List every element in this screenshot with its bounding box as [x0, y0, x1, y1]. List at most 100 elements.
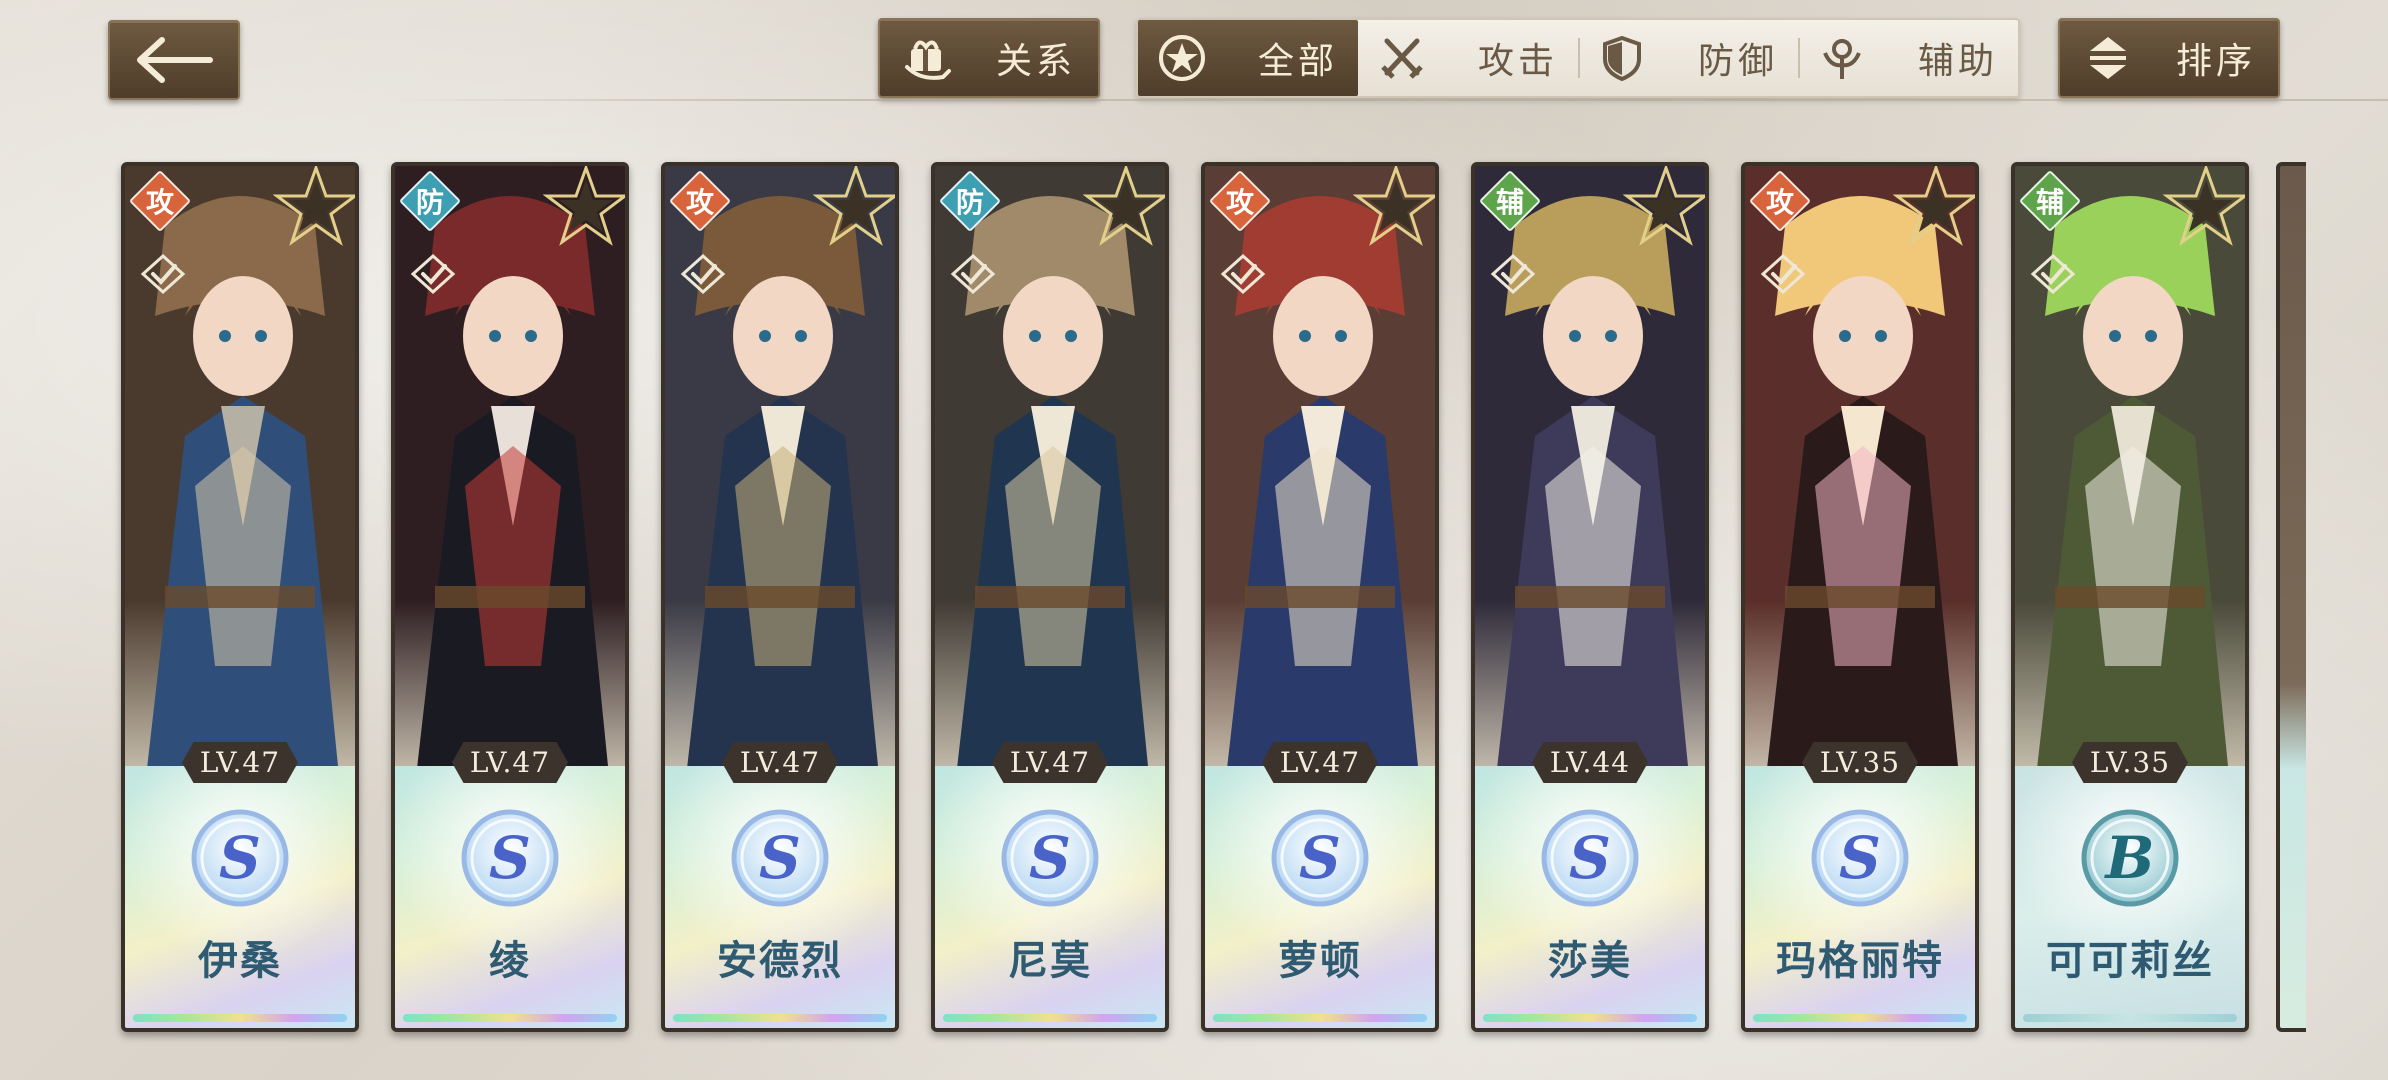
- character-card[interactable]: 辅 LV.44 S 莎美: [1471, 162, 1709, 1032]
- character-name: 可可莉丝: [2046, 938, 2214, 984]
- role-label: 防: [415, 186, 444, 219]
- role-tag-defense: 防: [938, 169, 1002, 233]
- level-label: LV.47: [721, 742, 839, 783]
- sort-button[interactable]: 排序: [2058, 18, 2280, 98]
- rank-s-icon: S: [1808, 806, 1912, 910]
- card-rarity-bar: [673, 1014, 887, 1022]
- shield-icon: [1596, 32, 1648, 84]
- rank-letter: S: [759, 824, 801, 892]
- check-badge-icon: [1220, 253, 1266, 295]
- role-label: 辅: [1495, 186, 1524, 219]
- character-card[interactable]: 攻 LV.47: [121, 162, 359, 1032]
- filter-label-all: 全部: [1257, 41, 1338, 82]
- star-icon: [813, 166, 895, 246]
- character-name: 伊桑: [198, 938, 282, 984]
- role-tag-support: 辅: [1478, 169, 1542, 233]
- character-card[interactable]: 防 LV.47: [931, 162, 1169, 1032]
- rank-letter: S: [1029, 824, 1071, 892]
- role-label: 辅: [2035, 186, 2064, 219]
- rank-s-icon: S: [1268, 806, 1372, 910]
- role-label: 攻: [685, 186, 714, 219]
- partial-character-card[interactable]: [2276, 162, 2306, 1032]
- crossed-swords-icon: [1376, 32, 1428, 84]
- role-tag-defense: 防: [398, 169, 462, 233]
- rank-b-icon: B: [2078, 806, 2182, 910]
- rank-s-icon: S: [728, 806, 832, 910]
- card-rarity-bar: [1483, 1014, 1697, 1022]
- star-icon: [2163, 166, 2245, 246]
- character-card[interactable]: 辅 LV.35 B 可可莉丝: [2011, 162, 2249, 1032]
- star-icon: [1893, 166, 1975, 246]
- level-label: LV.47: [451, 742, 569, 783]
- sort-updown-icon: [2082, 32, 2134, 84]
- header-divider: [390, 99, 2388, 101]
- check-badge-icon: [1490, 253, 1536, 295]
- filter-tab-all[interactable]: 全部: [1138, 20, 1358, 96]
- back-button[interactable]: [108, 20, 240, 100]
- rank-s-icon: S: [188, 806, 292, 910]
- filter-tab-support[interactable]: 辅助: [1798, 20, 2018, 96]
- card-rarity-bar: [2023, 1014, 2237, 1022]
- rank-letter: S: [1839, 824, 1881, 892]
- card-rarity-bar: [1213, 1014, 1427, 1022]
- role-filter-group: 全部 攻击 防御 辅助: [1136, 18, 2020, 98]
- check-badge-icon: [1760, 253, 1806, 295]
- card-rarity-bar: [1753, 1014, 1967, 1022]
- level-label: LV.35: [1801, 742, 1919, 783]
- check-badge-icon: [680, 253, 726, 295]
- check-badge-icon: [140, 253, 186, 295]
- character-name: 安德烈: [717, 938, 843, 984]
- role-tag-attack: 攻: [668, 169, 732, 233]
- character-name: 尼莫: [1008, 938, 1092, 984]
- character-name: 玛格丽特: [1776, 938, 1944, 984]
- filter-tab-defense[interactable]: 防御: [1578, 20, 1798, 96]
- star-icon: [1623, 166, 1705, 246]
- filter-label-support: 辅助: [1917, 41, 1998, 82]
- rank-s-icon: S: [458, 806, 562, 910]
- rank-letter: S: [1299, 824, 1341, 892]
- role-label: 攻: [145, 186, 174, 219]
- level-label: LV.47: [181, 742, 299, 783]
- gift-hand-icon: [902, 32, 954, 84]
- card-rarity-bar: [133, 1014, 347, 1022]
- character-name: 绫: [489, 938, 531, 984]
- role-label: 攻: [1225, 186, 1254, 219]
- rank-letter: S: [1569, 824, 1611, 892]
- star-circle-icon: [1156, 32, 1208, 84]
- card-rarity-bar: [403, 1014, 617, 1022]
- character-card[interactable]: 攻 LV.47: [661, 162, 899, 1032]
- check-badge-icon: [950, 253, 996, 295]
- filter-tab-attack[interactable]: 攻击: [1358, 20, 1578, 96]
- rank-letter: B: [2103, 824, 2154, 892]
- character-name: 萝顿: [1278, 938, 1362, 984]
- rank-s-icon: S: [998, 806, 1102, 910]
- support-staff-icon: [1816, 32, 1868, 84]
- role-tag-attack: 攻: [1748, 169, 1812, 233]
- rank-letter: S: [219, 824, 261, 892]
- role-tag-attack: 攻: [1208, 169, 1272, 233]
- character-name: 莎美: [1548, 938, 1632, 984]
- check-badge-icon: [410, 253, 456, 295]
- level-label: LV.44: [1531, 742, 1649, 783]
- rank-s-icon: S: [1538, 806, 1642, 910]
- level-label: LV.47: [991, 742, 1109, 783]
- star-icon: [273, 166, 355, 246]
- arrow-left-icon: [137, 37, 213, 83]
- character-card[interactable]: 攻 LV.35 S 玛格丽特: [1741, 162, 1979, 1032]
- rank-letter: S: [489, 824, 531, 892]
- check-badge-icon: [2030, 253, 2076, 295]
- relation-label: 关系: [995, 41, 1076, 82]
- role-tag-attack: 攻: [128, 169, 192, 233]
- level-label: LV.35: [2071, 742, 2189, 783]
- sort-label: 排序: [2175, 41, 2256, 82]
- relation-button[interactable]: 关系: [878, 18, 1100, 98]
- role-tag-support: 辅: [2018, 169, 2082, 233]
- role-label: 防: [955, 186, 984, 219]
- character-card[interactable]: 防 LV.47: [391, 162, 629, 1032]
- card-rarity-bar: [943, 1014, 1157, 1022]
- character-card[interactable]: 攻 LV.47: [1201, 162, 1439, 1032]
- star-icon: [543, 166, 625, 246]
- role-label: 攻: [1765, 186, 1794, 219]
- filter-label-defense: 防御: [1697, 41, 1778, 82]
- filter-label-attack: 攻击: [1477, 41, 1558, 82]
